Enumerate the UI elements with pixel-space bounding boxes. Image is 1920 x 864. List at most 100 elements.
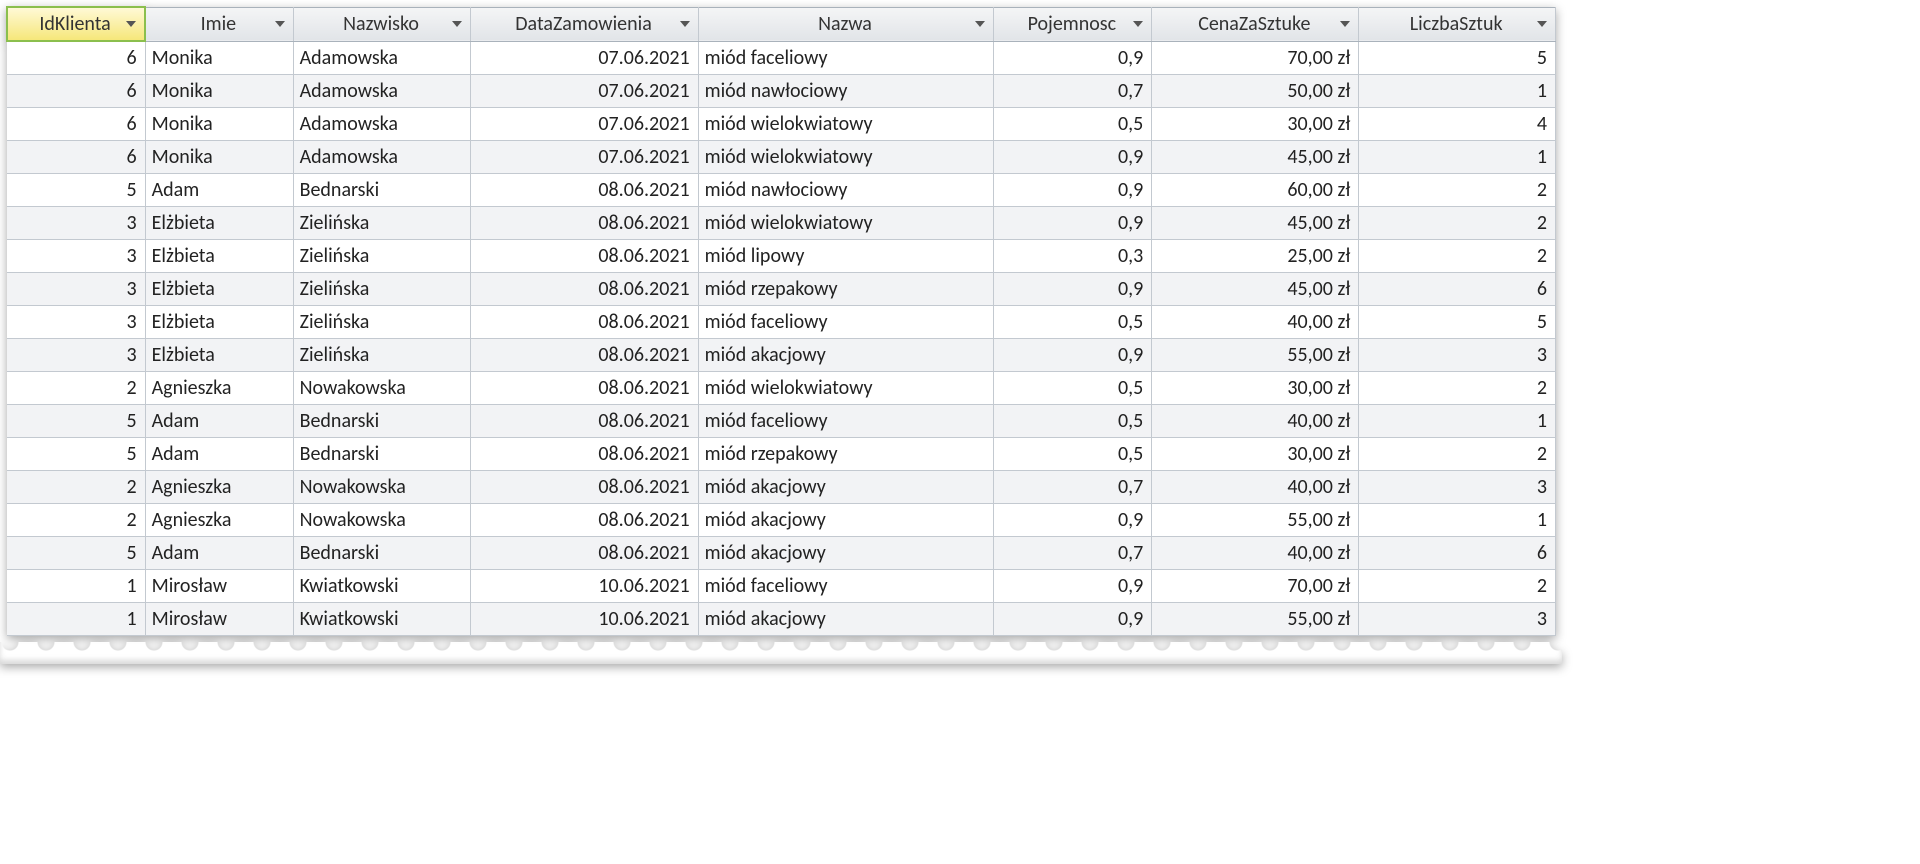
cell-cena[interactable]: 45,00 zł xyxy=(1152,207,1359,240)
column-header-data[interactable]: DataZamowienia xyxy=(471,7,698,41)
cell-cena[interactable]: 55,00 zł xyxy=(1152,504,1359,537)
table-row[interactable]: 2AgnieszkaNowakowska08.06.2021miód akacj… xyxy=(7,471,1556,504)
cell-cena[interactable]: 50,00 zł xyxy=(1152,75,1359,108)
cell-sztuk[interactable]: 3 xyxy=(1359,471,1556,504)
cell-data[interactable]: 08.06.2021 xyxy=(471,471,698,504)
cell-poj[interactable]: 0,9 xyxy=(994,339,1152,372)
cell-sztuk[interactable]: 2 xyxy=(1359,207,1556,240)
cell-data[interactable]: 07.06.2021 xyxy=(471,75,698,108)
cell-poj[interactable]: 0,9 xyxy=(994,174,1152,207)
filter-dropdown-icon[interactable] xyxy=(973,17,987,31)
cell-nazwisko[interactable]: Nowakowska xyxy=(293,504,471,537)
cell-sztuk[interactable]: 6 xyxy=(1359,537,1556,570)
cell-id[interactable]: 3 xyxy=(7,306,145,339)
column-header-imie[interactable]: Imie xyxy=(145,7,293,41)
cell-nazwa[interactable]: miód faceliowy xyxy=(698,570,994,603)
cell-sztuk[interactable]: 5 xyxy=(1359,306,1556,339)
cell-nazwa[interactable]: miód nawłociowy xyxy=(698,75,994,108)
cell-poj[interactable]: 0,7 xyxy=(994,471,1152,504)
cell-sztuk[interactable]: 4 xyxy=(1359,108,1556,141)
cell-imie[interactable]: Monika xyxy=(145,141,293,174)
cell-cena[interactable]: 30,00 zł xyxy=(1152,108,1359,141)
cell-poj[interactable]: 0,9 xyxy=(994,207,1152,240)
column-header-poj[interactable]: Pojemnosc xyxy=(994,7,1152,41)
table-row[interactable]: 1MirosławKwiatkowski10.06.2021miód akacj… xyxy=(7,603,1556,636)
cell-cena[interactable]: 30,00 zł xyxy=(1152,372,1359,405)
cell-poj[interactable]: 0,9 xyxy=(994,141,1152,174)
table-row[interactable]: 6MonikaAdamowska07.06.2021miód nawłociow… xyxy=(7,75,1556,108)
cell-sztuk[interactable]: 3 xyxy=(1359,339,1556,372)
cell-poj[interactable]: 0,9 xyxy=(994,504,1152,537)
cell-nazwa[interactable]: miód wielokwiatowy xyxy=(698,108,994,141)
cell-imie[interactable]: Adam xyxy=(145,537,293,570)
cell-id[interactable]: 3 xyxy=(7,273,145,306)
cell-poj[interactable]: 0,9 xyxy=(994,41,1152,75)
cell-sztuk[interactable]: 2 xyxy=(1359,174,1556,207)
cell-id[interactable]: 3 xyxy=(7,339,145,372)
cell-sztuk[interactable]: 1 xyxy=(1359,141,1556,174)
filter-dropdown-icon[interactable] xyxy=(1131,17,1145,31)
cell-nazwisko[interactable]: Nowakowska xyxy=(293,471,471,504)
cell-imie[interactable]: Agnieszka xyxy=(145,372,293,405)
cell-imie[interactable]: Elżbieta xyxy=(145,339,293,372)
cell-id[interactable]: 5 xyxy=(7,438,145,471)
cell-id[interactable]: 6 xyxy=(7,41,145,75)
cell-nazwisko[interactable]: Bednarski xyxy=(293,405,471,438)
cell-sztuk[interactable]: 2 xyxy=(1359,240,1556,273)
cell-data[interactable]: 07.06.2021 xyxy=(471,141,698,174)
column-header-sztuk[interactable]: LiczbaSztuk xyxy=(1359,7,1556,41)
cell-nazwisko[interactable]: Bednarski xyxy=(293,438,471,471)
cell-nazwisko[interactable]: Zielińska xyxy=(293,339,471,372)
table-row[interactable]: 3ElżbietaZielińska08.06.2021miód lipowy0… xyxy=(7,240,1556,273)
cell-id[interactable]: 5 xyxy=(7,405,145,438)
cell-data[interactable]: 08.06.2021 xyxy=(471,273,698,306)
table-row[interactable]: 5AdamBednarski08.06.2021miód rzepakowy0,… xyxy=(7,438,1556,471)
cell-poj[interactable]: 0,9 xyxy=(994,570,1152,603)
cell-nazwa[interactable]: miód wielokwiatowy xyxy=(698,207,994,240)
cell-poj[interactable]: 0,5 xyxy=(994,306,1152,339)
cell-nazwa[interactable]: miód faceliowy xyxy=(698,405,994,438)
cell-imie[interactable]: Adam xyxy=(145,438,293,471)
cell-nazwisko[interactable]: Kwiatkowski xyxy=(293,603,471,636)
table-row[interactable]: 2AgnieszkaNowakowska08.06.2021miód wielo… xyxy=(7,372,1556,405)
column-header-nazwa[interactable]: Nazwa xyxy=(698,7,994,41)
table-row[interactable]: 3ElżbietaZielińska08.06.2021miód wielokw… xyxy=(7,207,1556,240)
cell-nazwa[interactable]: miód akacjowy xyxy=(698,537,994,570)
cell-id[interactable]: 3 xyxy=(7,207,145,240)
cell-data[interactable]: 08.06.2021 xyxy=(471,438,698,471)
cell-poj[interactable]: 0,7 xyxy=(994,537,1152,570)
cell-sztuk[interactable]: 1 xyxy=(1359,405,1556,438)
cell-data[interactable]: 10.06.2021 xyxy=(471,570,698,603)
cell-cena[interactable]: 45,00 zł xyxy=(1152,273,1359,306)
cell-poj[interactable]: 0,3 xyxy=(994,240,1152,273)
table-row[interactable]: 3ElżbietaZielińska08.06.2021miód akacjow… xyxy=(7,339,1556,372)
table-row[interactable]: 5AdamBednarski08.06.2021miód akacjowy0,7… xyxy=(7,537,1556,570)
cell-nazwisko[interactable]: Adamowska xyxy=(293,108,471,141)
cell-data[interactable]: 07.06.2021 xyxy=(471,108,698,141)
cell-imie[interactable]: Elżbieta xyxy=(145,240,293,273)
cell-imie[interactable]: Agnieszka xyxy=(145,504,293,537)
cell-imie[interactable]: Elżbieta xyxy=(145,273,293,306)
cell-id[interactable]: 1 xyxy=(7,603,145,636)
cell-poj[interactable]: 0,7 xyxy=(994,75,1152,108)
cell-sztuk[interactable]: 2 xyxy=(1359,570,1556,603)
cell-nazwa[interactable]: miód rzepakowy xyxy=(698,438,994,471)
cell-nazwisko[interactable]: Zielińska xyxy=(293,273,471,306)
cell-cena[interactable]: 40,00 zł xyxy=(1152,471,1359,504)
cell-nazwa[interactable]: miód faceliowy xyxy=(698,306,994,339)
cell-id[interactable]: 2 xyxy=(7,504,145,537)
cell-data[interactable]: 08.06.2021 xyxy=(471,405,698,438)
cell-sztuk[interactable]: 1 xyxy=(1359,504,1556,537)
cell-nazwa[interactable]: miód wielokwiatowy xyxy=(698,141,994,174)
column-header-id[interactable]: IdKlienta xyxy=(7,7,145,41)
cell-nazwisko[interactable]: Bednarski xyxy=(293,174,471,207)
cell-imie[interactable]: Mirosław xyxy=(145,603,293,636)
cell-id[interactable]: 2 xyxy=(7,471,145,504)
cell-sztuk[interactable]: 1 xyxy=(1359,75,1556,108)
cell-nazwisko[interactable]: Zielińska xyxy=(293,240,471,273)
cell-sztuk[interactable]: 3 xyxy=(1359,603,1556,636)
cell-data[interactable]: 07.06.2021 xyxy=(471,41,698,75)
filter-dropdown-icon[interactable] xyxy=(1338,17,1352,31)
cell-cena[interactable]: 30,00 zł xyxy=(1152,438,1359,471)
cell-imie[interactable]: Mirosław xyxy=(145,570,293,603)
